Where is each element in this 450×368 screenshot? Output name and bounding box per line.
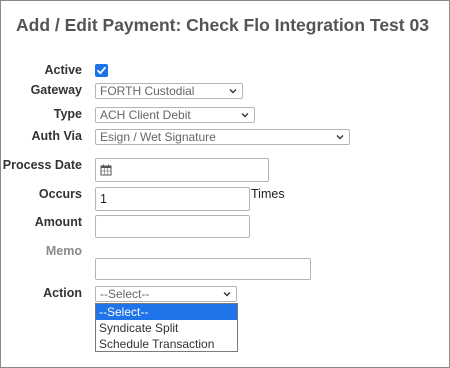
chevron-down-icon (223, 292, 231, 297)
action-option-schedule-transaction[interactable]: Schedule Transaction (96, 336, 237, 352)
memo-input[interactable] (95, 258, 311, 280)
auth-via-select[interactable]: Esign / Wet Signature (95, 129, 350, 145)
gateway-value: FORTH Custodial (100, 84, 195, 98)
action-label: Action (43, 286, 82, 300)
chevron-down-icon (241, 113, 249, 118)
type-value: ACH Client Debit (100, 108, 191, 122)
occurs-suffix: Times (251, 187, 285, 201)
payment-dialog: Add / Edit Payment: Check Flo Integratio… (0, 0, 450, 368)
auth-via-value: Esign / Wet Signature (100, 130, 216, 144)
calendar-icon[interactable] (100, 164, 112, 176)
amount-label: Amount (34, 215, 82, 229)
process-date-label: Process Date (2, 158, 82, 172)
gateway-label: Gateway (30, 83, 82, 97)
active-label: Active (44, 63, 82, 77)
action-value: --Select-- (100, 287, 150, 301)
action-dropdown-list: --Select-- Syndicate Split Schedule Tran… (95, 303, 238, 352)
occurs-label: Occurs (38, 187, 82, 201)
auth-via-label: Auth Via (31, 129, 82, 143)
action-option-select[interactable]: --Select-- (96, 304, 237, 320)
gateway-select[interactable]: FORTH Custodial (95, 83, 243, 99)
active-checkbox[interactable] (95, 64, 108, 77)
chevron-down-icon (336, 135, 344, 140)
type-select[interactable]: ACH Client Debit (95, 107, 255, 123)
occurs-input[interactable]: 1 (95, 187, 250, 211)
action-option-syndicate-split[interactable]: Syndicate Split (96, 320, 237, 336)
type-label: Type (53, 107, 82, 121)
amount-input[interactable] (95, 215, 250, 238)
process-date-input[interactable] (95, 158, 269, 182)
page-title: Add / Edit Payment: Check Flo Integratio… (16, 15, 429, 35)
memo-label: Memo (45, 244, 82, 258)
checkmark-icon (97, 66, 106, 75)
chevron-down-icon (229, 89, 237, 94)
action-select[interactable]: --Select-- (95, 286, 237, 302)
